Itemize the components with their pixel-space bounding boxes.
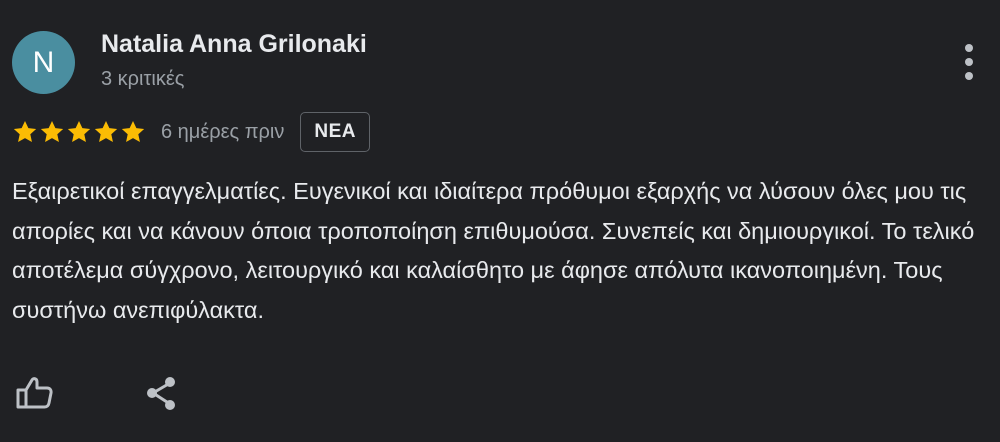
author-name[interactable]: Natalia Anna Grilonaki <box>101 30 367 59</box>
star-icon <box>40 120 64 142</box>
star-icon <box>13 120 37 142</box>
star-icon <box>121 120 145 142</box>
star-icon <box>67 120 91 142</box>
like-button[interactable] <box>12 371 56 415</box>
new-badge: ΝΕΑ <box>300 112 370 152</box>
review-date: 6 ημέρες πριν <box>161 120 285 143</box>
share-button[interactable] <box>140 371 184 415</box>
review-text: Εξαιρετικοί επαγγελματίες. Ευγενικοί και… <box>12 178 975 323</box>
share-icon <box>147 377 175 410</box>
author-review-count[interactable]: 3 κριτικές <box>101 68 184 91</box>
more-options-button[interactable] <box>954 40 984 84</box>
thumbs-up-icon <box>16 377 53 409</box>
star-icon <box>94 120 118 142</box>
avatar[interactable]: N <box>12 31 75 94</box>
star-rating <box>12 119 147 145</box>
rating-row: 6 ημέρες πριν ΝΕΑ <box>12 110 370 154</box>
review-card: N Natalia Anna Grilonaki 3 κριτικές 6 ημ… <box>0 0 1000 442</box>
